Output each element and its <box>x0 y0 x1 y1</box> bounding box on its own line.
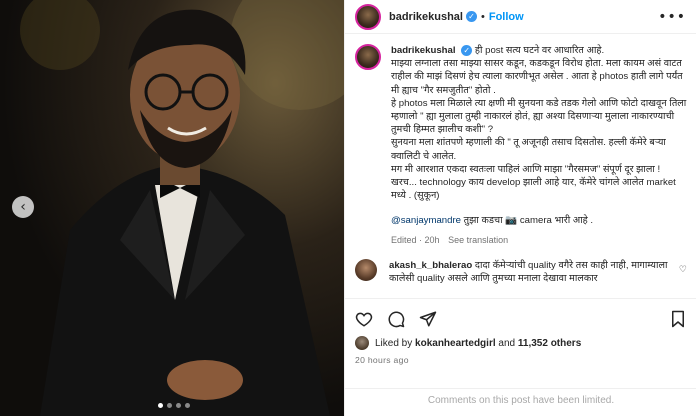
caption-username[interactable]: badrikekushal <box>391 45 456 56</box>
caption: badrikekushal ✓ ही post सत्य घटने वर आधा… <box>355 44 687 247</box>
separator-dot: • <box>480 10 485 23</box>
carousel-dots <box>158 403 190 408</box>
comment-icon[interactable] <box>387 310 405 328</box>
post-photo[interactable]: ‹ <box>0 0 344 416</box>
liker-username[interactable]: kokanheartedgirl <box>415 338 496 349</box>
carousel-dot-active <box>158 403 163 408</box>
comment-like-icon[interactable]: ♡ <box>679 265 687 275</box>
likes-summary: Liked by kokanheartedgirl and 11,352 oth… <box>355 336 581 350</box>
post-timestamp[interactable]: 20 hours ago <box>355 355 409 365</box>
comments-limited-notice: Comments on this post have been limited. <box>345 388 696 416</box>
liker-avatar[interactable] <box>355 336 369 350</box>
caption-meta: Edited · 20h See translation <box>391 234 687 247</box>
likes-and: and <box>498 337 516 349</box>
commenter-username[interactable]: akash_k_bhalerao <box>389 260 472 271</box>
likes-prefix: Liked by <box>375 337 413 349</box>
bookmark-icon[interactable] <box>669 310 687 328</box>
carousel-prev-button[interactable]: ‹ <box>12 196 34 218</box>
carousel-dot <box>185 403 190 408</box>
more-options-icon[interactable]: ••• <box>658 9 686 25</box>
mention-tail: तुझा कडचा 📷 camera भारी आहे . <box>461 215 594 227</box>
action-bar <box>345 298 696 338</box>
caption-avatar[interactable] <box>355 44 381 70</box>
commenter-avatar[interactable] <box>355 258 377 281</box>
post-side-panel: badrikekushal ✓ • Follow ••• badrikekush… <box>344 0 696 416</box>
mention-link[interactable]: @sanjaymandre <box>391 215 461 226</box>
verified-badge-icon: ✓ <box>461 44 473 56</box>
author-username[interactable]: badrikekushal <box>389 11 463 23</box>
likes-others-link[interactable]: 11,352 others <box>518 338 581 349</box>
see-translation-link[interactable]: See translation <box>448 235 508 245</box>
carousel-dot <box>167 403 172 408</box>
comment-body: akash_k_bhalerao दादा कॅमेऱ्यांची qualit… <box>389 259 669 285</box>
edited-label: Edited · 20h <box>391 234 440 245</box>
share-icon[interactable] <box>419 310 437 328</box>
verified-badge-icon: ✓ <box>465 11 477 22</box>
like-heart-icon[interactable] <box>355 310 373 328</box>
caption-text: ही post सत्य घटने वर आधारित आहे. माझ्या … <box>391 45 687 202</box>
carousel-dot <box>176 403 181 408</box>
portrait-illustration <box>20 0 344 416</box>
caption-body: badrikekushal ✓ ही post सत्य घटने वर आधा… <box>391 44 687 247</box>
comment-item: akash_k_bhalerao दादा कॅमेऱ्यांची qualit… <box>355 258 687 285</box>
post-header: badrikekushal ✓ • Follow ••• <box>345 0 696 34</box>
author-avatar[interactable] <box>355 3 381 30</box>
comments-section[interactable]: badrikekushal ✓ ही post सत्य घटने वर आधा… <box>345 34 696 296</box>
follow-button[interactable]: Follow <box>489 11 524 23</box>
